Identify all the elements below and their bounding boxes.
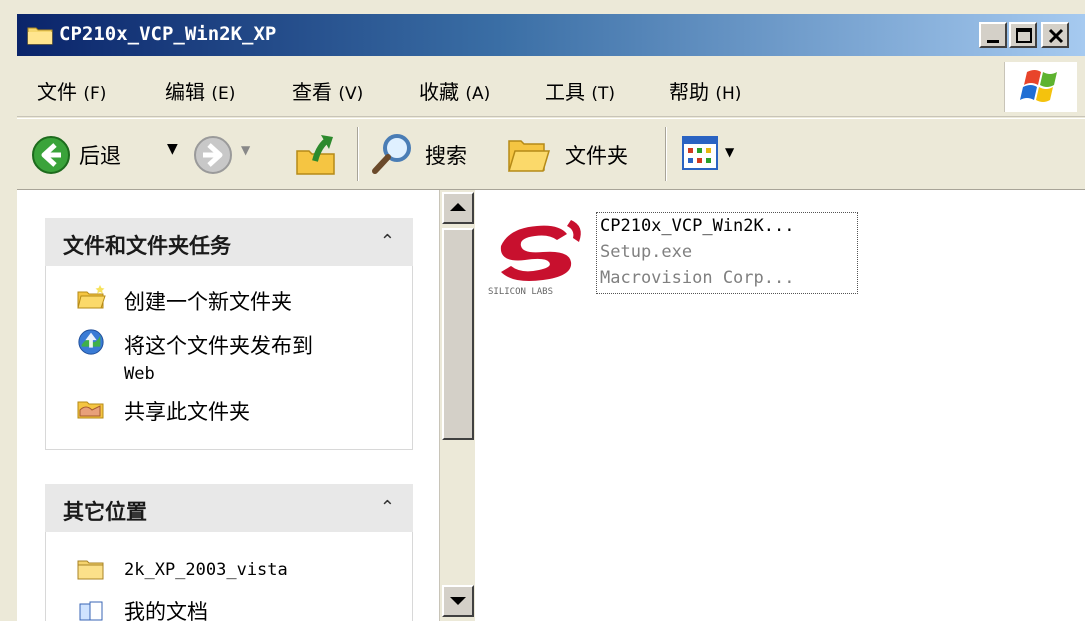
windows-flag-icon	[1020, 70, 1057, 102]
file-item-label[interactable]: CP210x_VCP_Win2K... Setup.exe Macrovisio…	[596, 212, 858, 294]
close-button[interactable]	[1041, 22, 1069, 48]
menu-bar: 文件 (F) 编辑 (E) 查看 (V) 收藏 (A) 工具 (T) 帮助 (H…	[17, 58, 1085, 117]
collapse-chevron-icon[interactable]: ⌃	[380, 231, 395, 252]
share-folder-icon	[77, 401, 104, 419]
folders-button-label[interactable]: 文件夹	[565, 140, 628, 170]
other-places-panel: 2k_XP_2003_vista 我的文档	[45, 532, 413, 621]
toolbar-separator	[665, 127, 667, 181]
new-folder-icon	[77, 285, 106, 309]
folder-icon	[77, 560, 104, 580]
views-dropdown-icon[interactable]: ▼	[725, 145, 734, 159]
svg-text:SILICON LABS: SILICON LABS	[488, 287, 553, 297]
up-folder-icon[interactable]	[293, 129, 339, 177]
search-button-label[interactable]: 搜索	[425, 140, 467, 170]
task-publish-web[interactable]: 将这个文件夹发布到 Web	[78, 329, 313, 384]
content-area: 文件和文件夹任务 ⌃ 创建一个新文件夹 将这个文件夹发布到 Web 共享此文件夹…	[17, 190, 1085, 621]
folders-icon[interactable]	[505, 133, 553, 177]
maximize-icon	[1016, 28, 1032, 43]
file-company: Macrovision Corp...	[600, 268, 795, 288]
menu-view[interactable]: 查看 (V)	[292, 76, 363, 105]
collapse-chevron-icon[interactable]: ⌃	[380, 497, 395, 518]
task-pane-scrollbar[interactable]	[439, 190, 475, 621]
standard-toolbar: 后退 ▼ ▼ 搜索 文件夹 ▼	[17, 118, 1085, 190]
folder-icon	[27, 27, 53, 45]
menu-tools[interactable]: 工具 (T)	[545, 76, 615, 105]
back-arrow-icon[interactable]	[31, 135, 71, 175]
other-places-header[interactable]: 其它位置 ⌃	[45, 484, 413, 532]
scroll-thumb[interactable]	[442, 228, 474, 440]
views-icon[interactable]	[681, 135, 721, 173]
menu-favorites[interactable]: 收藏 (A)	[419, 76, 490, 105]
task-new-folder[interactable]: 创建一个新文件夹	[77, 285, 292, 316]
forward-arrow-icon[interactable]	[193, 135, 233, 175]
minimize-icon	[987, 40, 999, 43]
file-name: CP210x_VCP_Win2K...	[600, 216, 795, 236]
task-share-folder[interactable]: 共享此文件夹	[77, 396, 250, 426]
place-folder[interactable]: 2k_XP_2003_vista	[77, 556, 288, 580]
search-magnifier-icon[interactable]	[369, 129, 417, 177]
explorer-window: CP210x_VCP_Win2K_XP 文件 (F) 编辑 (E) 查看 (V)…	[0, 0, 1085, 621]
scroll-up-button[interactable]	[442, 192, 474, 224]
task-pane: 文件和文件夹任务 ⌃ 创建一个新文件夹 将这个文件夹发布到 Web 共享此文件夹…	[17, 190, 439, 621]
back-dropdown-icon[interactable]: ▼	[167, 141, 178, 157]
scroll-down-arrow-icon	[450, 597, 466, 605]
file-type: Setup.exe	[600, 242, 693, 262]
scroll-up-arrow-icon	[450, 203, 466, 211]
minimize-button[interactable]	[979, 22, 1007, 48]
forward-dropdown-icon[interactable]: ▼	[241, 143, 250, 157]
menu-help[interactable]: 帮助 (H)	[669, 76, 741, 105]
window-title: CP210x_VCP_Win2K_XP	[59, 23, 277, 45]
back-button-label[interactable]: 后退	[79, 140, 121, 170]
silicon-labs-setup-icon[interactable]: SILICON LABS	[487, 212, 597, 298]
menu-edit[interactable]: 编辑 (E)	[165, 76, 235, 105]
other-places-title: 其它位置	[63, 499, 147, 524]
file-tasks-panel: 创建一个新文件夹 将这个文件夹发布到 Web 共享此文件夹	[45, 266, 413, 450]
close-icon	[1048, 28, 1064, 44]
title-bar[interactable]: CP210x_VCP_Win2K_XP	[17, 14, 1085, 56]
menu-file[interactable]: 文件 (F)	[37, 76, 106, 105]
file-tasks-header[interactable]: 文件和文件夹任务 ⌃	[45, 218, 413, 266]
scroll-down-button[interactable]	[442, 585, 474, 617]
my-documents-icon	[79, 601, 103, 621]
maximize-button[interactable]	[1009, 22, 1037, 48]
place-my-documents[interactable]: 我的文档	[79, 596, 208, 621]
file-tasks-title: 文件和文件夹任务	[63, 233, 231, 258]
windows-logo	[1004, 62, 1077, 112]
publish-web-icon	[78, 329, 104, 355]
toolbar-separator	[357, 127, 359, 181]
